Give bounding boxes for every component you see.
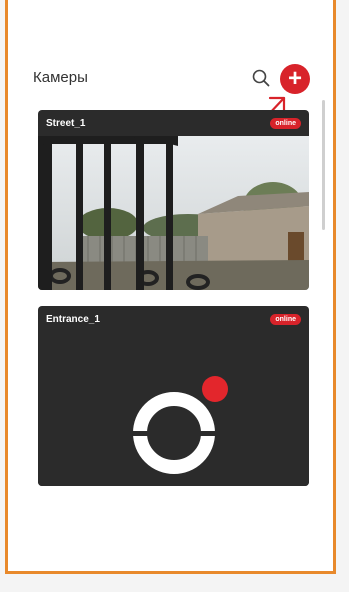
page-title: Камеры — [33, 69, 88, 86]
camera-name: Entrance_1 — [46, 313, 100, 325]
camera-logo-icon — [130, 376, 228, 474]
street-snapshot-image — [38, 136, 309, 290]
camera-card-header: Entrance_1 online — [38, 306, 309, 332]
status-badge: online — [270, 117, 301, 129]
camera-name: Street_1 — [46, 117, 86, 129]
camera-card-street[interactable]: Street_1 online — [38, 110, 309, 290]
scrollbar[interactable] — [322, 100, 325, 230]
camera-card-header: Street_1 online — [38, 110, 309, 136]
camera-preview[interactable] — [38, 332, 309, 486]
status-badge: online — [270, 313, 301, 325]
camera-preview[interactable] — [38, 136, 309, 290]
camera-card-entrance[interactable]: Entrance_1 online — [38, 306, 309, 486]
